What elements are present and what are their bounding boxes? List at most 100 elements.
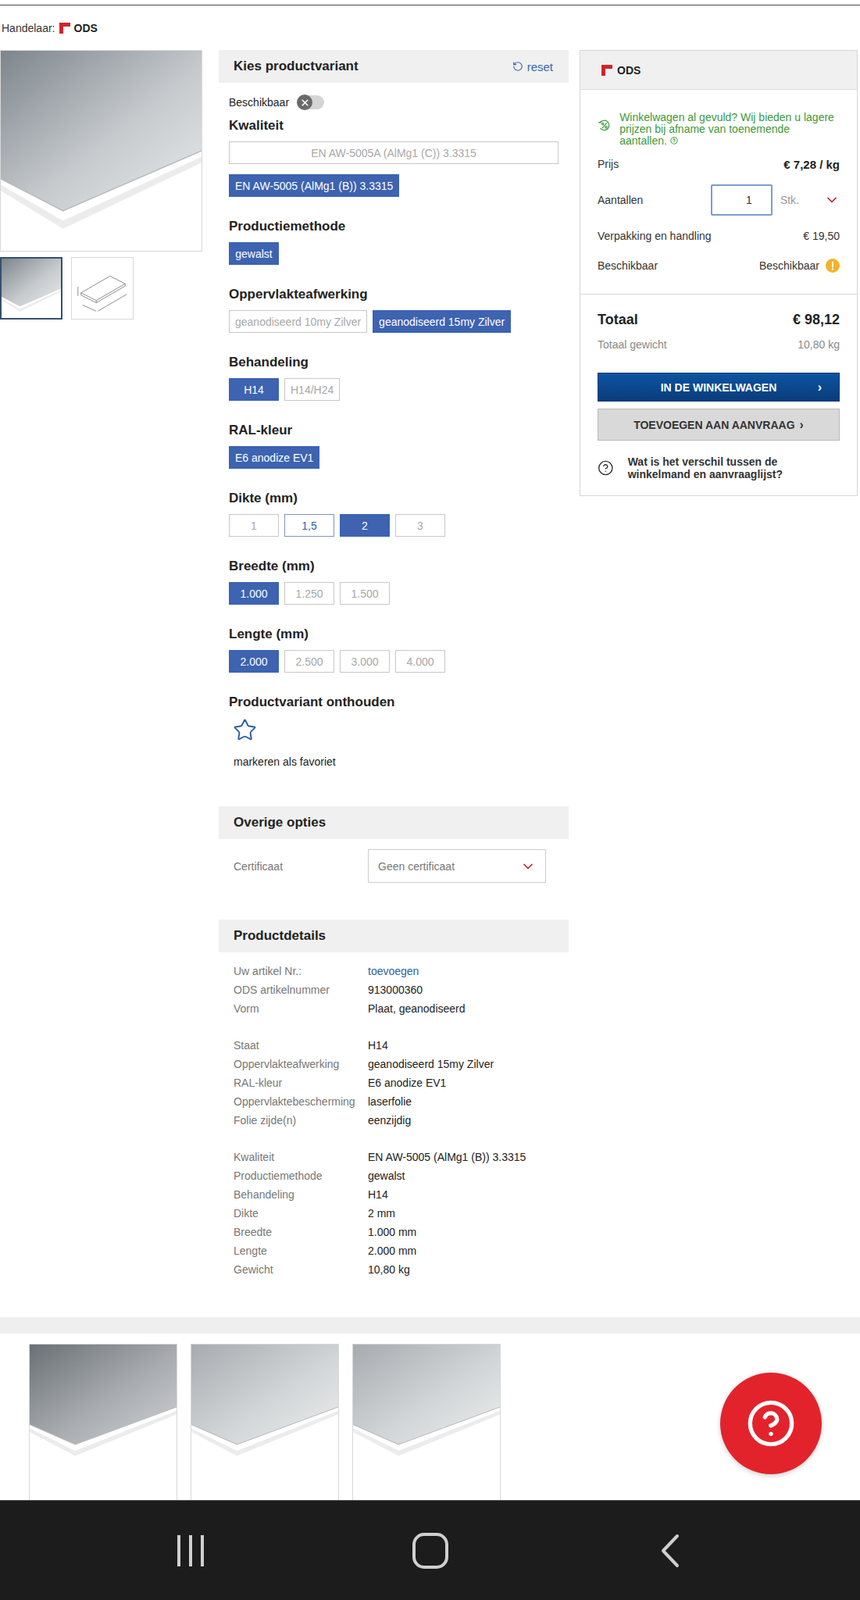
detail-row: Oppervlakteafwerkinggeanodiseerd 15my Zi… — [233, 1054, 569, 1074]
price-value: € 7,28 / kg — [783, 157, 840, 172]
reset-icon — [512, 60, 524, 72]
option-button[interactable]: 1.500 — [339, 581, 390, 605]
related-product-card[interactable] — [28, 1343, 178, 1500]
variant-panel: Kies productvariantresetBeschikbaarKwali… — [218, 49, 569, 1279]
related-product-image — [191, 1344, 339, 1470]
thumbnail[interactable] — [71, 256, 134, 320]
home-button[interactable] — [310, 1531, 550, 1570]
certificate-select[interactable]: Geen certificaat — [367, 849, 546, 883]
option-group-label: Dikte (mm) — [228, 489, 559, 507]
detail-label: RAL-kleur — [233, 1076, 368, 1089]
detail-label: Oppervlaktebescherming — [233, 1095, 368, 1108]
unit-chevron-icon[interactable] — [824, 192, 840, 208]
option-button[interactable]: gewalst — [228, 242, 279, 265]
add-to-cart-button[interactable]: IN DE WINKELWAGEN› — [597, 372, 840, 402]
option-button[interactable]: 1.250 — [284, 581, 335, 605]
availability-label: Beschikbaar — [228, 96, 290, 109]
option-button[interactable]: geanodiseerd 15my Zilver — [372, 310, 511, 333]
recent-apps-button[interactable] — [70, 1532, 311, 1569]
related-product-card[interactable] — [190, 1343, 340, 1500]
related-product-photo — [191, 1344, 339, 1470]
back-button[interactable] — [549, 1532, 790, 1569]
detail-group: Uw artikel Nr.:toevoegenODS artikelnumme… — [233, 961, 569, 1018]
detail-row: Folie zijde(n)eenzijdig — [233, 1110, 569, 1130]
detail-value: H14 — [367, 1038, 569, 1052]
option-group: Oppervlakteafwerkinggeanodiseerd 10my Zi… — [228, 285, 559, 333]
option-button[interactable]: 1.000 — [228, 581, 279, 605]
option-group-label: RAL-kleur — [228, 421, 559, 439]
quantity-input[interactable] — [710, 184, 773, 216]
option-list: H14H14/H24 — [228, 378, 559, 401]
favorite-button[interactable] — [232, 717, 257, 745]
variant-title: Kies productvariant — [233, 58, 359, 75]
option-group: Productiemethode gewalst — [228, 217, 559, 265]
thumbnail[interactable] — [0, 256, 63, 320]
recent-apps-icon — [172, 1532, 209, 1569]
total-row: Totaal€ 98,12 — [597, 310, 840, 329]
option-button[interactable]: 4.000 — [395, 649, 446, 673]
row-label: Verpakking en handling — [597, 229, 712, 243]
promo-info-icon — [670, 136, 679, 145]
detail-row: KwaliteitEN AW-5005 (AlMg1 (B)) 3.3315 — [233, 1147, 569, 1167]
toggle-knob — [296, 94, 313, 111]
top-rule — [0, 4, 860, 6]
option-button[interactable]: EN AW-5005 (AlMg1 (B)) 3.3315 — [228, 174, 400, 197]
help-button[interactable] — [720, 1372, 822, 1474]
page: Handelaar:ODSKies productvariantresetBes… — [0, 0, 860, 1500]
option-list: geanodiseerd 10my Zilvergeanodiseerd 15m… — [228, 310, 559, 333]
question-icon — [597, 456, 614, 480]
option-button[interactable]: 3 — [395, 513, 446, 537]
option-button[interactable]: 2.000 — [228, 649, 279, 673]
option-button[interactable]: H14/H24 — [284, 378, 340, 401]
add-to-request-button[interactable]: TOEVOEGEN AAN AANVRAAG› — [597, 408, 840, 441]
favorite-block: Productvariant onthoudenmarkeren als fav… — [228, 693, 559, 768]
reset-button[interactable]: reset — [512, 60, 554, 74]
option-button[interactable]: 1 — [228, 513, 279, 537]
detail-row: RAL-kleurE6 anodize EV1 — [233, 1073, 569, 1092]
section-divider — [0, 1316, 860, 1334]
screen: Handelaar:ODSKies productvariantresetBes… — [0, 0, 860, 1600]
option-button[interactable]: 3.000 — [339, 649, 390, 673]
option-button[interactable]: 2.500 — [284, 649, 335, 673]
detail-label: Lengte — [233, 1244, 368, 1257]
help-icon — [745, 1398, 796, 1449]
option-button[interactable]: H14 — [228, 378, 279, 401]
unit-label: Stk. — [780, 193, 800, 207]
cart-help[interactable]: Wat is het verschil tussen de winkelmand… — [597, 455, 840, 481]
home-icon — [411, 1531, 450, 1570]
option-button[interactable]: geanodiseerd 10my Zilver — [228, 310, 368, 333]
option-group-label: Breedte (mm) — [228, 557, 559, 575]
detail-label: Oppervlakteafwerking — [233, 1057, 368, 1071]
detail-value: 1.000 mm — [367, 1225, 569, 1239]
detail-label: ODS artikelnummer — [233, 983, 368, 996]
row-label: Beschikbaar — [597, 259, 658, 272]
detail-value: E6 anodize EV1 — [367, 1076, 569, 1089]
option-group-label: Productiemethode — [228, 217, 559, 236]
dealer-name[interactable]: ODS — [74, 21, 98, 36]
weight-row: Totaal gewicht10,80 kg — [597, 336, 840, 353]
related-product-image — [353, 1344, 500, 1470]
product-photo — [0, 50, 202, 251]
option-button[interactable]: E6 anodize EV1 — [228, 446, 320, 469]
related-product-card[interactable] — [352, 1343, 501, 1500]
ods-logo-icon — [601, 64, 613, 76]
quantity-group: Stk. — [710, 184, 840, 216]
detail-value: EN AW-5005 (AlMg1 (B)) 3.3315 — [367, 1150, 569, 1164]
row-value: € 19,50 — [802, 229, 840, 243]
detail-group: StaatH14 Oppervlakteafwerkinggeanodiseerd… — [233, 1035, 569, 1130]
detail-label: Staat — [233, 1038, 368, 1052]
option-button[interactable]: 2 — [339, 513, 390, 537]
option-list: 11,523 — [228, 513, 559, 537]
option-list: 1.0001.2501.500 — [228, 581, 559, 605]
cart-help-text[interactable]: Wat is het verschil tussen de winkelmand… — [628, 455, 840, 481]
availability-toggle[interactable] — [296, 95, 325, 110]
detail-row: VormPlaat, geanodiseerd — [233, 999, 569, 1018]
variant-body: BeschikbaarKwaliteitEN AW-5005A (AlMg1 (… — [218, 82, 569, 768]
detail-label: Vorm — [233, 1002, 368, 1015]
star-icon — [232, 717, 257, 743]
option-button[interactable]: 1,5 — [284, 513, 335, 537]
option-group: BehandelingH14H14/H24 — [228, 353, 559, 401]
detail-link[interactable]: toevoegen — [367, 964, 569, 978]
option-button[interactable]: EN AW-5005A (AlMg1 (C)) 3.3315 — [228, 141, 559, 165]
detail-value: 913000360 — [367, 983, 569, 996]
